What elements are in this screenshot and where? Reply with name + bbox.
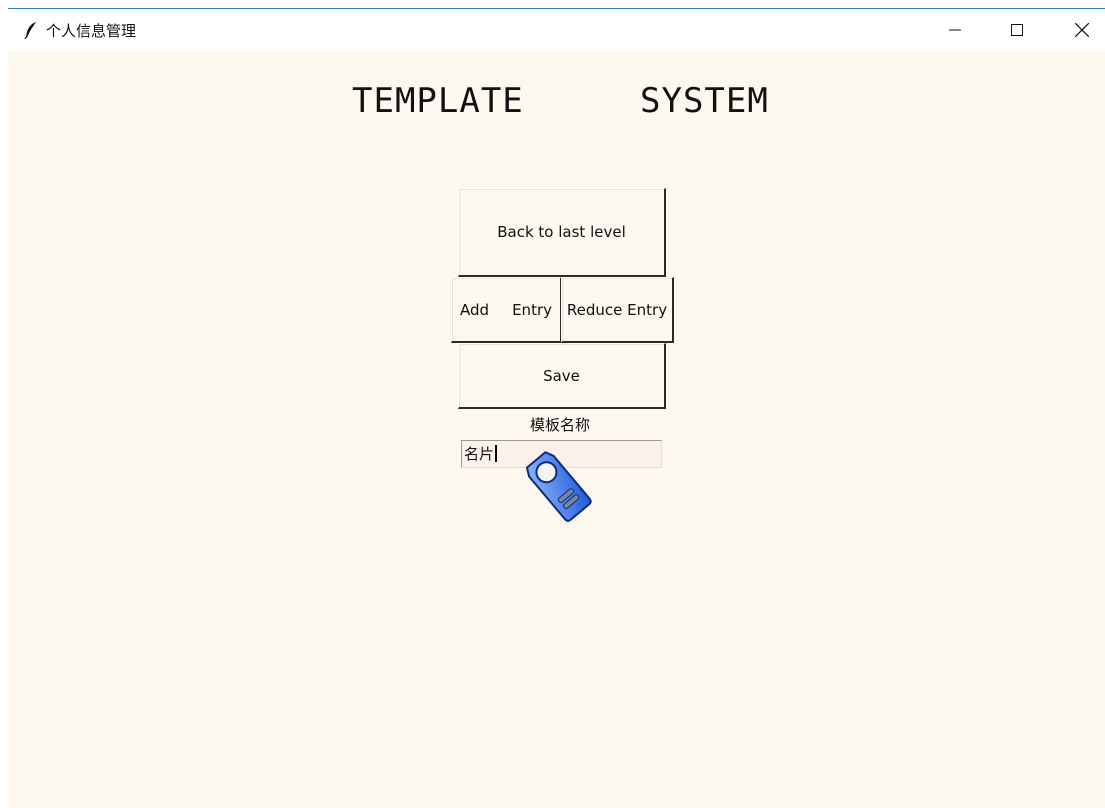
reduce-entry-button[interactable]: Reduce Entry xyxy=(561,277,674,343)
add-entry-label-part1: Add xyxy=(460,300,490,319)
close-button[interactable] xyxy=(1059,9,1105,51)
maximize-button[interactable] xyxy=(994,9,1040,51)
maximize-icon xyxy=(1011,24,1023,36)
template-name-label: 模板名称 xyxy=(530,416,591,434)
app-window: 个人信息管理 TEMPLATE SYSTEM Back to last leve… xyxy=(8,8,1105,808)
heading-system: SYSTEM xyxy=(640,81,769,121)
back-to-last-level-button[interactable]: Back to last level xyxy=(458,188,666,277)
text-caret xyxy=(495,445,498,462)
feather-icon xyxy=(24,21,38,40)
heading-template: TEMPLATE xyxy=(352,81,524,121)
add-entry-label-part2: Entry xyxy=(512,300,552,319)
save-button[interactable]: Save xyxy=(458,343,666,409)
title-bar[interactable]: 个人信息管理 xyxy=(8,9,1105,51)
minimize-icon xyxy=(949,29,961,31)
close-icon xyxy=(1075,23,1089,37)
window-title: 个人信息管理 xyxy=(46,22,137,40)
tag-pointer-icon xyxy=(525,451,592,522)
template-name-value: 名片 xyxy=(464,445,498,463)
add-entry-button[interactable]: Add Entry xyxy=(451,277,562,343)
minimize-button[interactable] xyxy=(932,9,978,51)
